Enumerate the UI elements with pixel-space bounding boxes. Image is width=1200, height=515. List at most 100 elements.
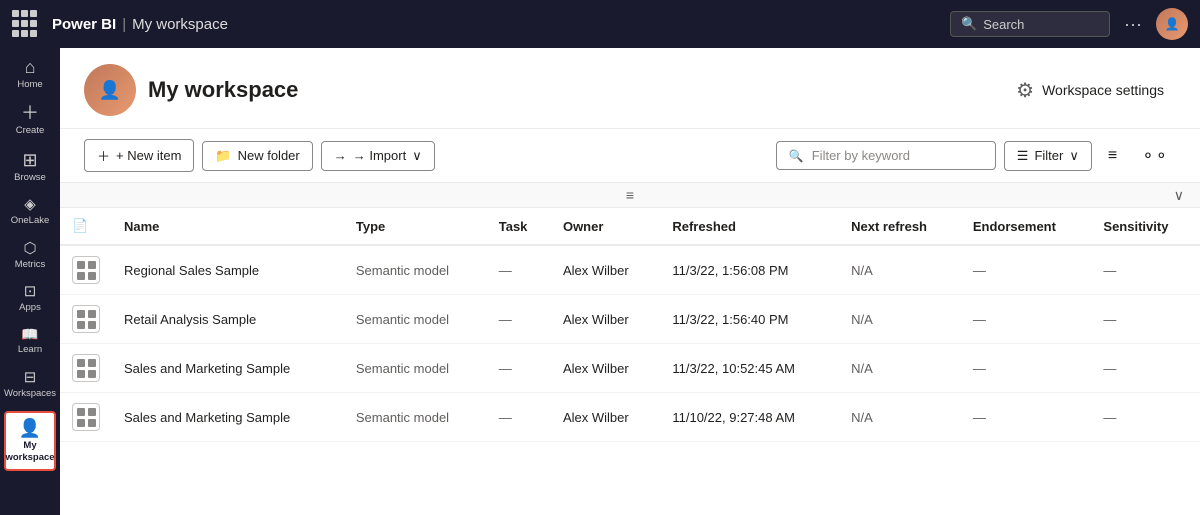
row-owner: Alex Wilber	[551, 295, 660, 344]
import-button[interactable]: → → Import ∨	[321, 141, 435, 171]
gear-icon: ⚙	[1016, 78, 1034, 103]
sidebar-item-browse[interactable]: ⊞ Browse	[4, 145, 56, 189]
home-icon: ⌂	[25, 58, 36, 76]
table-row[interactable]: Sales and Marketing Sample Semantic mode…	[60, 344, 1200, 393]
item-icon	[72, 256, 100, 284]
keyword-filter-input[interactable]: 🔍 Filter by keyword	[776, 141, 996, 170]
row-sensitivity: —	[1091, 344, 1200, 393]
row-endorsement: —	[961, 344, 1092, 393]
nav-workspace-name: My workspace	[132, 16, 228, 33]
browse-icon: ⊞	[22, 151, 37, 169]
sidebar: ⌂ Home ＋ Create ⊞ Browse ◈ OneLake ⬡ Met…	[0, 48, 60, 515]
sidebar-item-create[interactable]: ＋ Create	[4, 98, 56, 142]
main-layout: ⌂ Home ＋ Create ⊞ Browse ◈ OneLake ⬡ Met…	[0, 48, 1200, 515]
search-icon: 🔍	[961, 16, 977, 32]
row-next-refresh: N/A	[839, 393, 961, 442]
filter-search-icon: 🔍	[789, 149, 804, 163]
brand-title: Power BI | My workspace	[52, 16, 228, 33]
row-sensitivity: —	[1091, 393, 1200, 442]
search-placeholder: Search	[983, 17, 1024, 32]
collapse-chevron-icon: ∨	[1174, 187, 1184, 204]
row-next-refresh: N/A	[839, 295, 961, 344]
top-navigation: Power BI | My workspace 🔍 Search ··· 👤	[0, 0, 1200, 48]
row-type: Semantic model	[344, 295, 487, 344]
row-name[interactable]: Retail Analysis Sample	[112, 295, 344, 344]
sidebar-item-learn[interactable]: 📖 Learn	[4, 321, 56, 361]
row-endorsement: —	[961, 245, 1092, 295]
create-icon: ＋	[21, 104, 39, 122]
row-refreshed: 11/3/22, 1:56:40 PM	[660, 295, 839, 344]
row-name[interactable]: Sales and Marketing Sample	[112, 344, 344, 393]
col-header-type[interactable]: Type	[344, 208, 487, 245]
row-icon-cell	[60, 393, 112, 442]
row-sensitivity: —	[1091, 295, 1200, 344]
row-endorsement: —	[961, 393, 1092, 442]
toolbar: ＋ + New item 📁 New folder → → Import ∨ 🔍…	[60, 129, 1200, 183]
row-refreshed: 11/3/22, 1:56:08 PM	[660, 245, 839, 295]
table-row[interactable]: Retail Analysis Sample Semantic model — …	[60, 295, 1200, 344]
workspace-settings-button[interactable]: ⚙ Workspace settings	[1004, 72, 1176, 109]
item-icon	[72, 403, 100, 431]
row-task: —	[487, 344, 551, 393]
items-table: 📄 Name Type Task Owner Refreshed Next re…	[60, 208, 1200, 442]
new-item-label: + New item	[116, 148, 181, 163]
new-item-button[interactable]: ＋ + New item	[84, 139, 194, 172]
folder-icon: 📁	[215, 148, 231, 164]
col-header-task[interactable]: Task	[487, 208, 551, 245]
new-item-icon: ＋	[97, 146, 110, 165]
row-task: —	[487, 393, 551, 442]
app-launcher-button[interactable]	[12, 10, 40, 38]
new-folder-button[interactable]: 📁 New folder	[202, 141, 312, 171]
search-box[interactable]: 🔍 Search	[950, 11, 1110, 37]
row-next-refresh: N/A	[839, 344, 961, 393]
table-body: Regional Sales Sample Semantic model — A…	[60, 245, 1200, 442]
filter-placeholder: Filter by keyword	[812, 148, 910, 163]
workspaces-icon: ⊟	[24, 370, 37, 385]
table-row[interactable]: Regional Sales Sample Semantic model — A…	[60, 245, 1200, 295]
row-task: —	[487, 295, 551, 344]
filter-lines-icon: ☰	[1017, 148, 1029, 164]
grid-view-button[interactable]: ⚬⚬	[1133, 140, 1176, 172]
dots-grid-icon	[77, 261, 96, 280]
sidebar-item-metrics[interactable]: ⬡ Metrics	[4, 235, 56, 276]
col-header-owner[interactable]: Owner	[551, 208, 660, 245]
col-header-refreshed[interactable]: Refreshed	[660, 208, 839, 245]
list-view-button[interactable]: ≡	[1100, 141, 1125, 171]
row-owner: Alex Wilber	[551, 344, 660, 393]
row-name[interactable]: Regional Sales Sample	[112, 245, 344, 295]
col-header-icon: 📄	[60, 208, 112, 245]
sidebar-item-workspaces[interactable]: ⊟ Workspaces	[4, 364, 56, 405]
new-folder-label: New folder	[238, 148, 300, 163]
workspace-settings-label: Workspace settings	[1042, 82, 1164, 98]
row-refreshed: 11/10/22, 9:27:48 AM	[660, 393, 839, 442]
row-icon-cell	[60, 295, 112, 344]
user-avatar[interactable]: 👤	[1156, 8, 1188, 40]
onelake-icon: ◈	[24, 197, 36, 212]
top-nav-right: 🔍 Search ··· 👤	[950, 8, 1188, 40]
sidebar-item-apps[interactable]: ⊡ Apps	[4, 278, 56, 319]
sidebar-item-onelake[interactable]: ◈ OneLake	[4, 191, 56, 232]
row-icon-cell	[60, 344, 112, 393]
col-header-next-refresh[interactable]: Next refresh	[839, 208, 961, 245]
col-header-endorsement[interactable]: Endorsement	[961, 208, 1092, 245]
col-header-sensitivity[interactable]: Sensitivity	[1091, 208, 1200, 245]
import-chevron-icon: ∨	[412, 148, 422, 164]
item-icon	[72, 305, 100, 333]
row-next-refresh: N/A	[839, 245, 961, 295]
filter-button[interactable]: ☰ Filter ∨	[1004, 141, 1092, 171]
sidebar-item-home[interactable]: ⌂ Home	[4, 52, 56, 96]
learn-icon: 📖	[21, 327, 38, 341]
workspace-title: My workspace	[148, 77, 1004, 103]
row-name[interactable]: Sales and Marketing Sample	[112, 393, 344, 442]
more-options-button[interactable]: ···	[1118, 10, 1148, 39]
main-content: 👤 My workspace ⚙ Workspace settings ＋ + …	[60, 48, 1200, 515]
list-icon: ≡	[1108, 147, 1117, 164]
sidebar-item-my-workspace[interactable]: 👤 My workspace	[4, 411, 56, 471]
collapse-bar[interactable]: ≡ ∨	[60, 183, 1200, 208]
row-task: —	[487, 245, 551, 295]
filter-label: Filter	[1034, 148, 1063, 163]
col-header-name[interactable]: Name	[112, 208, 344, 245]
items-table-container: 📄 Name Type Task Owner Refreshed Next re…	[60, 208, 1200, 515]
dots-grid-icon	[77, 310, 96, 329]
table-row[interactable]: Sales and Marketing Sample Semantic mode…	[60, 393, 1200, 442]
